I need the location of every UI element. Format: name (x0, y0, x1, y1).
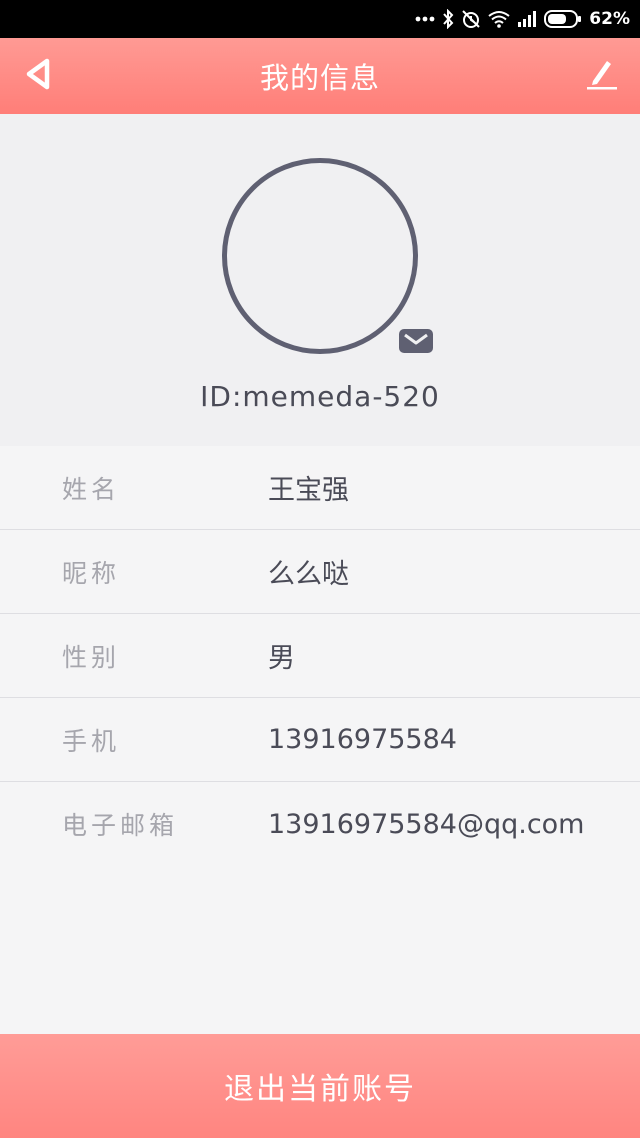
profile-header: ID:memeda-520 (0, 114, 640, 446)
back-arrow-icon (23, 57, 53, 95)
logout-label: 退出当前账号 (224, 1072, 416, 1107)
info-row-phone[interactable]: 手机 13916975584 (0, 698, 640, 782)
wifi-icon (488, 9, 510, 29)
info-row-nickname[interactable]: 昵称 么么哒 (0, 530, 640, 614)
battery-percent: 62% (589, 9, 630, 29)
info-value: 男 (268, 643, 295, 674)
info-value: 么么哒 (268, 559, 349, 590)
info-label: 性别 (62, 642, 121, 672)
info-row-gender[interactable]: 性别 男 (0, 614, 640, 698)
more-dots-icon (415, 9, 435, 29)
edit-button[interactable] (582, 56, 622, 96)
signal-icon (517, 9, 537, 29)
app-bar: 我的信息 (0, 38, 640, 114)
status-bar: 62% (0, 0, 640, 38)
info-label: 手机 (62, 726, 121, 756)
info-value: 13916975584@qq.com (268, 808, 585, 840)
alarm-off-icon (461, 9, 481, 29)
info-label: 姓名 (62, 474, 121, 504)
back-button[interactable] (18, 56, 58, 96)
user-id: ID:memeda-520 (200, 380, 440, 413)
edit-pencil-icon (585, 57, 619, 95)
page-title: 我的信息 (259, 61, 380, 95)
battery-icon (544, 9, 582, 29)
info-label: 昵称 (62, 558, 121, 588)
avatar[interactable] (222, 158, 418, 354)
info-value: 13916975584 (268, 724, 457, 755)
logout-button[interactable]: 退出当前账号 (0, 1034, 640, 1138)
mail-icon[interactable] (397, 326, 435, 356)
info-list: 姓名 王宝强 昵称 么么哒 性别 男 手机 13916975584 电子邮箱 1… (0, 446, 640, 866)
bluetooth-icon (442, 9, 454, 29)
info-label: 电子邮箱 (62, 811, 179, 840)
info-value: 王宝强 (268, 475, 349, 506)
info-row-email[interactable]: 电子邮箱 13916975584@qq.com (0, 782, 640, 866)
info-row-name[interactable]: 姓名 王宝强 (0, 446, 640, 530)
